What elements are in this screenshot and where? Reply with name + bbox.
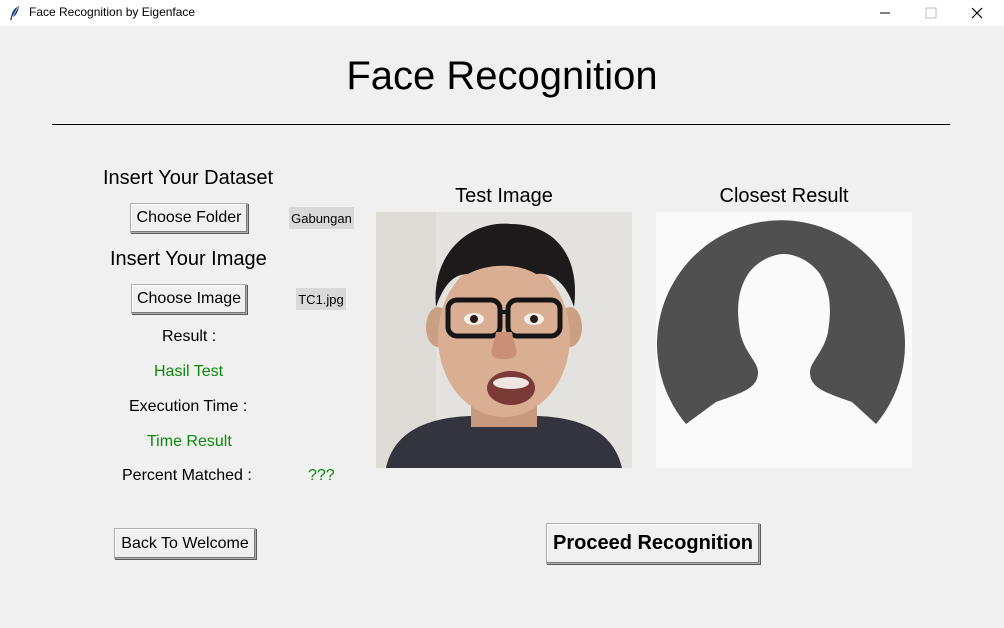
proceed-recognition-button[interactable]: Proceed Recognition	[546, 523, 760, 564]
window-title: Face Recognition by Eigenface	[29, 5, 196, 19]
back-to-welcome-button[interactable]: Back To Welcome	[114, 528, 256, 559]
dataset-label: Insert Your Dataset	[103, 167, 274, 189]
close-button[interactable]	[954, 0, 1000, 26]
image-selected-chip: TC1.jpg	[296, 288, 346, 310]
close-icon	[971, 7, 983, 19]
execution-time-label: Execution Time :	[129, 398, 248, 415]
dataset-selected-chip: Gabungan	[289, 207, 354, 229]
page-title: Face Recognition	[346, 54, 658, 98]
choose-image-button[interactable]: Choose Image	[131, 284, 247, 314]
minimize-button[interactable]	[862, 0, 908, 26]
choose-folder-button[interactable]: Choose Folder	[130, 203, 248, 233]
user-silhouette-icon	[656, 212, 912, 468]
window-titlebar: Face Recognition by Eigenface	[0, 0, 1004, 26]
maximize-button[interactable]	[908, 0, 954, 26]
title-divider	[52, 124, 950, 125]
test-image-photo	[376, 212, 632, 468]
maximize-icon	[925, 7, 937, 19]
image-label: Insert Your Image	[110, 248, 267, 270]
feather-icon	[8, 5, 22, 21]
closest-result-title: Closest Result	[719, 185, 849, 207]
result-value: Hasil Test	[154, 363, 224, 380]
test-image-title: Test Image	[455, 185, 553, 207]
percent-matched-value: ???	[308, 467, 335, 484]
closest-result-placeholder	[656, 212, 912, 468]
minimize-icon	[880, 12, 890, 14]
execution-time-value: Time Result	[147, 433, 232, 450]
percent-matched-label: Percent Matched :	[122, 467, 252, 484]
result-label: Result :	[162, 328, 217, 345]
